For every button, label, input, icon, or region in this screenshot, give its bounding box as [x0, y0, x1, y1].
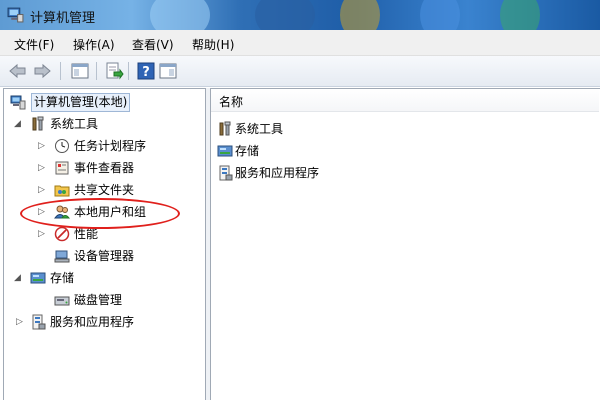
tree-item-root[interactable]: 计算机管理(本地) [8, 92, 198, 112]
expand-arrow-icon[interactable]: ▷ [38, 136, 45, 156]
tree-item-disk-management[interactable]: 磁盘管理 [34, 290, 204, 310]
tree-item-storage[interactable]: ◢ 存储 [12, 268, 192, 288]
column-header-label: 名称 [219, 95, 244, 109]
forward-arrow-icon[interactable] [32, 61, 52, 81]
show-hide-tree-icon[interactable] [70, 61, 90, 81]
menu-bar: 文件(F) 操作(A) 查看(V) 帮助(H) [0, 30, 600, 56]
users-icon [54, 205, 70, 219]
tree-item-system-tools[interactable]: ◢ 系统工具 [12, 114, 192, 134]
expand-arrow-icon[interactable]: ▷ [16, 312, 23, 332]
event-viewer-icon [55, 161, 69, 175]
clock-icon [55, 139, 69, 153]
column-header-name[interactable]: 名称 [211, 89, 599, 112]
properties-pane-icon[interactable] [158, 61, 178, 81]
tree-item-label: 系统工具 [50, 117, 99, 131]
tree-item-label: 存储 [50, 271, 75, 285]
tree-item-label: 性能 [74, 227, 99, 241]
title-bar[interactable]: 计算机管理 [0, 0, 600, 30]
titlebar-decoration [255, 0, 315, 30]
tree-item-label: 任务计划程序 [74, 139, 147, 153]
export-list-icon[interactable] [104, 61, 124, 81]
computer-management-icon [10, 95, 26, 110]
menu-help[interactable]: 帮助(H) [192, 36, 234, 53]
tools-icon [219, 121, 231, 136]
tree-item-local-users-groups[interactable]: ▷ 本地用户和组 [34, 202, 204, 222]
toolbar-separator [60, 62, 61, 80]
tree-item-label: 本地用户和组 [74, 205, 147, 219]
tree-item-device-manager[interactable]: 设备管理器 [34, 246, 204, 266]
toolbar-separator [128, 62, 129, 80]
expand-arrow-icon[interactable]: ▷ [38, 180, 45, 200]
disk-icon [54, 296, 70, 306]
navigation-tree: 计算机管理(本地) ◢ 系统工具 ▷ 任务计划程序 ▷ 事件查看器 ▷ 共享文件… [3, 88, 206, 400]
titlebar-decoration [340, 0, 380, 30]
expand-arrow-icon[interactable]: ▷ [38, 202, 45, 222]
expand-arrow-icon[interactable]: ▷ [38, 158, 45, 178]
menu-view[interactable]: 查看(V) [132, 36, 174, 53]
services-icon [219, 165, 233, 181]
menu-action[interactable]: 操作(A) [73, 36, 115, 53]
shared-folder-icon [54, 185, 70, 197]
tree-item-performance[interactable]: ▷ 性能 [34, 224, 204, 244]
collapse-arrow-icon[interactable]: ◢ [14, 268, 21, 288]
tree-item-label: 设备管理器 [74, 249, 135, 263]
titlebar-decoration [420, 0, 460, 30]
services-icon [32, 314, 46, 330]
device-manager-icon [54, 250, 70, 263]
tree-item-label: 共享文件夹 [74, 183, 135, 197]
toolbar: ? [0, 56, 600, 87]
svg-text:?: ? [142, 65, 150, 80]
collapse-arrow-icon[interactable]: ◢ [14, 114, 21, 134]
storage-icon [217, 145, 233, 157]
toolbar-separator [96, 62, 97, 80]
tree-item-label: 磁盘管理 [74, 293, 123, 307]
list-item-label: 存储 [235, 144, 260, 158]
tree-item-event-viewer[interactable]: ▷ 事件查看器 [34, 158, 204, 178]
storage-icon [30, 272, 46, 284]
tree-item-shared-folders[interactable]: ▷ 共享文件夹 [34, 180, 204, 200]
tree-item-services-applications[interactable]: ▷ 服务和应用程序 [12, 312, 202, 332]
help-icon[interactable]: ? [136, 61, 156, 81]
back-arrow-icon[interactable] [8, 61, 28, 81]
list-item-label: 系统工具 [235, 122, 284, 136]
tree-item-label: 计算机管理(本地) [31, 93, 131, 112]
tree-item-label: 服务和应用程序 [50, 315, 135, 329]
details-pane: 名称 系统工具 存储 服务和应用程序 [210, 88, 600, 400]
list-item-label: 服务和应用程序 [235, 166, 320, 180]
titlebar-decoration [150, 0, 210, 30]
tree-item-label: 事件查看器 [74, 161, 135, 175]
tools-icon [32, 116, 44, 131]
titlebar-decoration [500, 0, 540, 30]
window-title: 计算机管理 [30, 11, 96, 26]
menu-file[interactable]: 文件(F) [14, 36, 54, 53]
performance-icon [54, 226, 70, 242]
computer-management-icon [7, 7, 24, 23]
tree-item-task-scheduler[interactable]: ▷ 任务计划程序 [34, 136, 204, 156]
expand-arrow-icon[interactable]: ▷ [38, 224, 45, 244]
